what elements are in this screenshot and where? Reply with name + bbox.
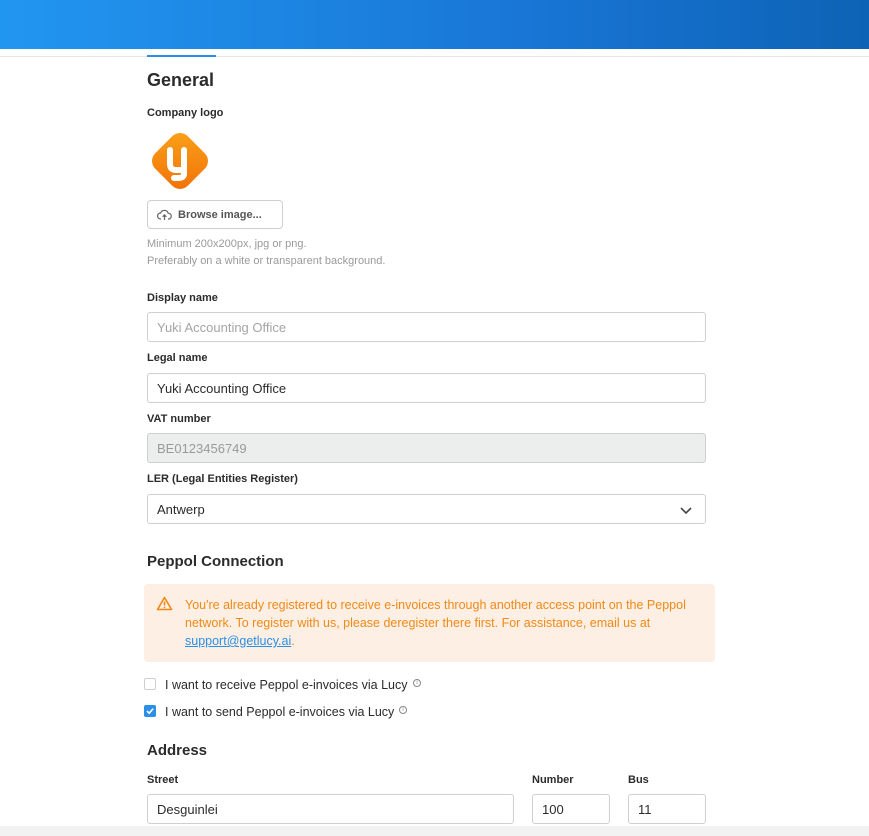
display-name-input[interactable]: Yuki Accounting Office [147, 312, 706, 342]
bottom-bar [0, 826, 869, 836]
warning-triangle-icon [156, 596, 173, 611]
bus-input[interactable]: 11 [628, 794, 706, 824]
display-name-label: Display name [147, 292, 218, 304]
active-tab-indicator [147, 55, 216, 57]
section-title-peppol: Peppol Connection [147, 553, 284, 570]
number-label: Number [532, 774, 574, 786]
checkmark-icon [146, 708, 154, 715]
browse-image-button[interactable]: Browse image... [147, 200, 283, 229]
warning-line-1: You're already registered to receive e-i… [185, 598, 686, 612]
receive-peppol-label: I want to receive Peppol e-invoices via … [165, 678, 408, 692]
legal-name-input[interactable]: Yuki Accounting Office [147, 373, 706, 403]
send-peppol-label: I want to send Peppol e-invoices via Luc… [165, 705, 395, 719]
bus-label: Bus [628, 774, 649, 786]
section-title-address: Address [147, 742, 208, 759]
browse-image-label: Browse image... [178, 208, 262, 221]
warning-suffix: . [291, 634, 295, 648]
warning-line-2: network. To register with us, please der… [185, 616, 651, 630]
info-icon[interactable]: i [413, 679, 421, 687]
ler-selected-value: Antwerp [157, 501, 205, 517]
ler-label: LER (Legal Entities Register) [147, 473, 298, 485]
number-input[interactable]: 100 [532, 794, 610, 824]
receive-peppol-checkbox[interactable] [144, 678, 156, 690]
vat-number-label: VAT number [147, 413, 211, 425]
peppol-warning-text: You're already registered to receive e-i… [185, 596, 705, 650]
tab-divider [0, 56, 869, 57]
logo-hint-size: Minimum 200x200px, jpg or png. [147, 238, 307, 250]
cloud-upload-icon [157, 209, 172, 220]
support-email-link[interactable]: support@getlucy.ai [185, 634, 291, 648]
vat-number-input: BE0123456749 [147, 433, 706, 463]
logo-hint-background: Preferably on a white or transparent bac… [147, 255, 386, 267]
send-peppol-checkbox[interactable] [144, 705, 156, 717]
street-input[interactable]: Desguinlei [147, 794, 514, 824]
top-header-bar [0, 0, 869, 49]
company-logo-label: Company logo [147, 107, 224, 119]
info-icon[interactable]: i [399, 706, 407, 714]
street-label: Street [147, 774, 179, 786]
section-title-general: General [147, 70, 215, 90]
legal-name-label: Legal name [147, 352, 208, 364]
company-logo-image [152, 133, 208, 189]
ler-select[interactable]: Antwerp [147, 494, 706, 524]
chevron-down-icon [680, 507, 692, 515]
